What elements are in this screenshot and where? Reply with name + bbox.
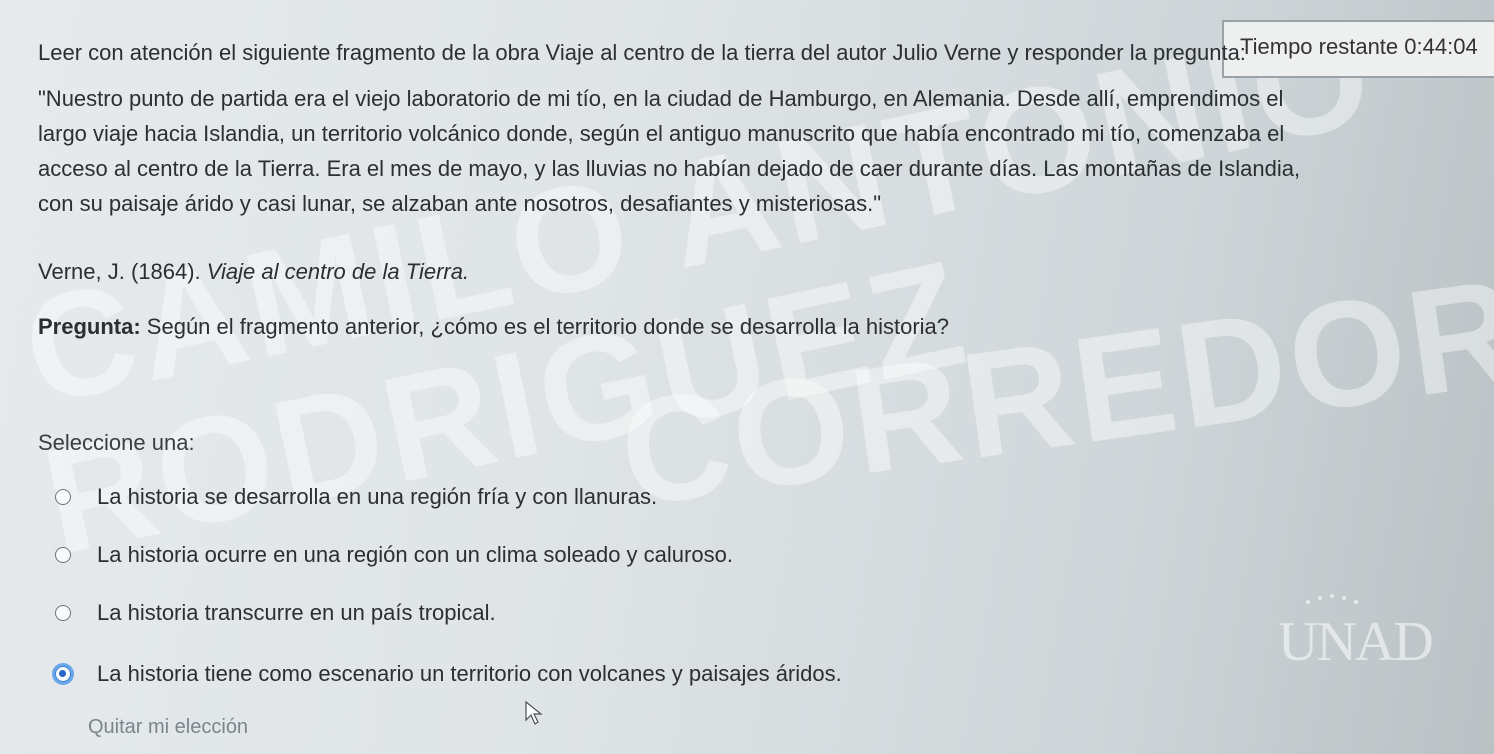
question-label: Pregunta: [38,314,141,339]
passage-line-4: con su paisaje árido y casi lunar, se al… [38,191,882,216]
timer-label: Tiempo restante [1240,34,1399,59]
question: Pregunta: Según el fragmento anterior, ¿… [38,314,949,340]
radio-button[interactable] [55,489,71,505]
passage-line-2: largo viaje hacia Islandia, un territori… [38,121,1285,146]
answer-option-1[interactable]: La historia se desarrolla en una región … [55,479,657,515]
answer-option-label: La historia tiene como escenario un terr… [97,661,842,686]
mouse-cursor-icon [525,700,543,725]
radio-button[interactable] [55,605,71,621]
citation-author: Verne, J. (1864). [38,259,207,284]
time-remaining-box: Tiempo restante 0:44:04 [1222,20,1494,78]
quiz-page: CAMILO ANTONIO RODRIGUEZ CORREDOR Tiempo… [0,0,1494,754]
radio-button-selected[interactable] [55,666,71,682]
question-text: Según el fragmento anterior, ¿cómo es el… [140,314,950,339]
unad-logo: UNAD [1278,592,1438,692]
answer-option-label: La historia transcurre en un país tropic… [97,600,496,625]
passage-line-3: acceso al centro de la Tierra. Era el me… [38,156,1301,181]
answer-option-label: La historia se desarrolla en una región … [97,484,658,509]
citation-work: Viaje al centro de la Tierra. [206,259,470,284]
clear-choice-link[interactable]: Quitar mi elección [88,716,248,739]
select-one-label: Seleccione una: [38,430,195,455]
logo-text: UNAD [1278,611,1434,673]
answer-option-2[interactable]: La historia ocurre en una región con un … [55,537,733,573]
citation: Verne, J. (1864). Viaje al centro de la … [38,259,469,285]
radio-button[interactable] [55,547,71,563]
timer-value: 0:44:04 [1404,34,1478,59]
watermark-surname-2: CORREDOR [610,245,1494,539]
answer-option-3[interactable]: La historia transcurre en un país tropic… [55,595,496,631]
answer-option-4[interactable]: La historia tiene como escenario un terr… [55,656,842,692]
passage-line-1: "Nuestro punto de partida era el viejo l… [38,86,1284,111]
answer-option-label: La historia ocurre en una región con un … [97,542,733,567]
instructions: Leer con atención el siguiente fragmento… [38,40,1246,65]
